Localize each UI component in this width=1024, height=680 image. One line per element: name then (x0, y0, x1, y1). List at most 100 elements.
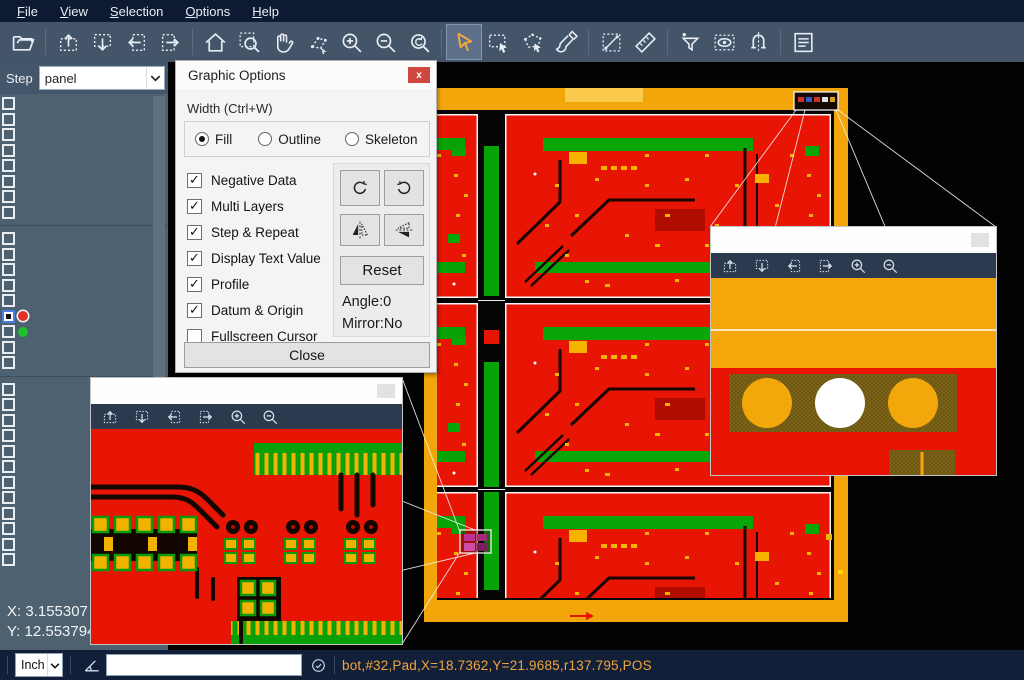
checkbox-row-profile[interactable]: ✓Profile (187, 271, 321, 297)
poly-select-button[interactable] (515, 25, 549, 59)
flip-horizontal-button[interactable] (340, 214, 380, 246)
layer-row-dir[interactable] (0, 355, 168, 370)
layer-row-sst[interactable] (0, 231, 168, 246)
layer-checkbox[interactable] (2, 232, 15, 245)
layer-checkbox[interactable] (2, 325, 15, 338)
rotate-cw-button[interactable] (340, 170, 380, 206)
layer-row-l3[interactable] (0, 293, 168, 308)
zoom-out-button[interactable] (368, 25, 402, 59)
magnifier-window-top-right[interactable] (710, 226, 997, 476)
checkbox[interactable]: ✓ (187, 303, 202, 318)
checkbox-row-datum-origin[interactable]: ✓Datum & Origin (187, 297, 321, 323)
snap-button[interactable] (741, 25, 775, 59)
pan-hand-button[interactable] (266, 25, 300, 59)
layer-checkbox[interactable] (2, 206, 15, 219)
layer-checkbox[interactable] (2, 279, 15, 292)
checkbox-row-display-text-value[interactable]: ✓Display Text Value (187, 245, 321, 271)
checkbox[interactable]: ✓ (187, 199, 202, 214)
layer-checkbox[interactable] (2, 341, 15, 354)
reset-button[interactable]: Reset (340, 256, 424, 285)
magnifier-window-bottom-left[interactable] (90, 377, 403, 645)
layer-checkbox[interactable] (2, 190, 15, 203)
layer-row-l2[interactable] (0, 278, 168, 293)
pan-right-button[interactable] (153, 25, 187, 59)
dialog-close-button[interactable]: Close (184, 342, 430, 368)
layer-checkbox[interactable] (2, 356, 15, 369)
zoom-source-bottom-left[interactable] (460, 530, 491, 553)
unit-select[interactable]: Inch (15, 653, 63, 677)
zoom-out-button[interactable] (260, 407, 279, 426)
layer-row-fx[interactable] (0, 96, 168, 111)
layer-checkbox[interactable] (2, 159, 15, 172)
menu-item-file[interactable]: File (6, 2, 49, 21)
menu-item-selection[interactable]: Selection (99, 2, 174, 21)
layer-row-ssb[interactable] (0, 340, 168, 355)
zoom-source-top-right[interactable] (794, 92, 838, 110)
radio-skeleton[interactable]: Skeleton (345, 132, 418, 147)
magnifier-title-bar[interactable] (91, 378, 402, 404)
layer-checkbox[interactable] (2, 248, 15, 261)
sync-icon[interactable] (310, 657, 327, 674)
filter-button[interactable] (673, 25, 707, 59)
zoom-out-button[interactable] (880, 256, 899, 275)
rotate-ccw-button[interactable] (384, 170, 424, 206)
layer-row-bfsmt[interactable] (0, 112, 168, 127)
layer-checkbox[interactable] (2, 414, 15, 427)
open-folder-button[interactable] (6, 25, 40, 59)
checkbox-row-step-repeat[interactable]: ✓Step & Repeat (187, 219, 321, 245)
pan-left-button[interactable] (784, 256, 803, 275)
pan-down-button[interactable] (132, 407, 151, 426)
rect-select-button[interactable] (481, 25, 515, 59)
layer-checkbox[interactable] (2, 491, 15, 504)
layer-row-layer_3.gbr[interactable] (0, 174, 168, 189)
layer-checkbox[interactable] (2, 522, 15, 535)
magnifier-title-bar[interactable] (711, 227, 996, 253)
layer-row-bot[interactable] (0, 309, 168, 324)
radio-outline[interactable]: Outline (258, 132, 321, 147)
layer-checkbox[interactable] (2, 128, 15, 141)
home-button[interactable] (198, 25, 232, 59)
pan-left-button[interactable] (164, 407, 183, 426)
pan-up-button[interactable] (51, 25, 85, 59)
pan-right-button[interactable] (196, 407, 215, 426)
layer-checkbox[interactable] (2, 97, 15, 110)
pan-down-button[interactable] (752, 256, 771, 275)
layer-checkbox[interactable] (2, 263, 15, 276)
dialog-title[interactable]: Graphic Options (176, 61, 436, 89)
layer-checkbox[interactable] (2, 144, 15, 157)
zoom-in-button[interactable] (334, 25, 368, 59)
checkbox[interactable]: ✓ (187, 225, 202, 240)
flip-vertical-button[interactable] (384, 214, 424, 246)
layer-checkbox[interactable] (2, 460, 15, 473)
window-button[interactable] (377, 384, 395, 398)
layer-checkbox[interactable] (2, 310, 15, 323)
menu-item-options[interactable]: Options (174, 2, 241, 21)
ruler-button[interactable] (628, 25, 662, 59)
pan-up-button[interactable] (100, 407, 119, 426)
layer-checkbox[interactable] (2, 294, 15, 307)
layer-checkbox[interactable] (2, 175, 15, 188)
layer-row-smt[interactable] (0, 247, 168, 262)
move-selection-button[interactable] (300, 25, 334, 59)
layer-row-l2+1[interactable] (0, 189, 168, 204)
zoom-in-button[interactable] (228, 407, 247, 426)
layer-row-bfsmb[interactable] (0, 127, 168, 142)
layer-checkbox[interactable] (2, 507, 15, 520)
measure-diagonal-button[interactable] (594, 25, 628, 59)
layer-row-l3+1[interactable] (0, 205, 168, 220)
zoom-previous-button[interactable] (402, 25, 436, 59)
zoom-window-button[interactable] (232, 25, 266, 59)
layer-checkbox[interactable] (2, 476, 15, 489)
command-input[interactable] (106, 654, 302, 676)
layer-checkbox[interactable] (2, 398, 15, 411)
layer-row-smd_t[interactable] (0, 143, 168, 158)
close-icon[interactable]: x (408, 67, 430, 83)
checkbox[interactable]: ✓ (187, 251, 202, 266)
pan-down-button[interactable] (85, 25, 119, 59)
menu-item-help[interactable]: Help (241, 2, 290, 21)
layer-row-smd_b[interactable] (0, 158, 168, 173)
layer-row-top[interactable] (0, 262, 168, 277)
layer-checkbox[interactable] (2, 113, 15, 126)
window-button[interactable] (971, 233, 989, 247)
checkbox-row-negative-data[interactable]: ✓Negative Data (187, 167, 321, 193)
